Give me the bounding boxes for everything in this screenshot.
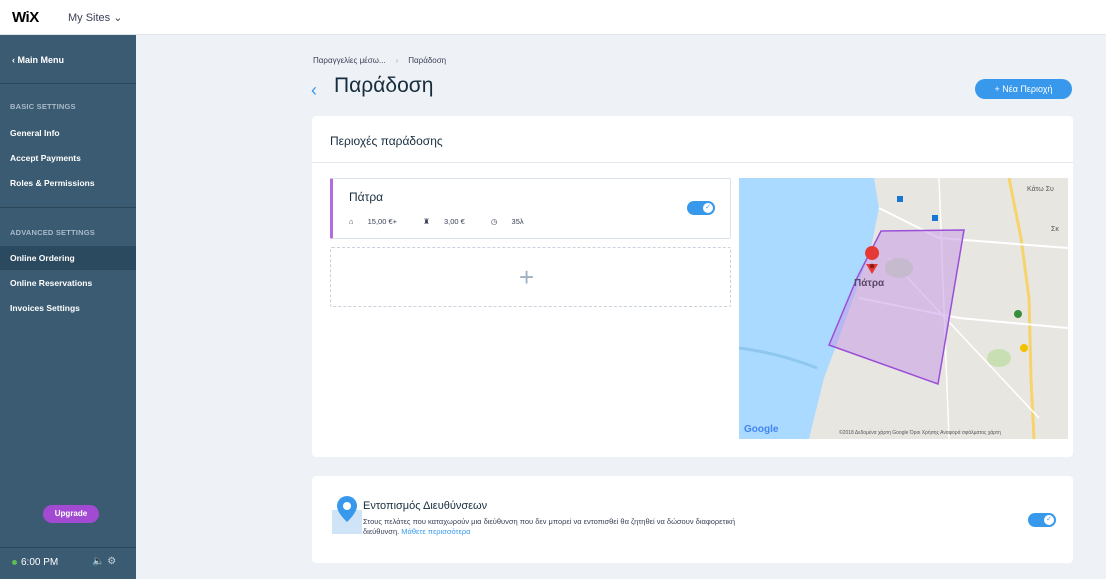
- map-attribution[interactable]: ©2018 Δεδομένα χάρτη Google Όροι Χρήσης …: [839, 430, 1001, 436]
- clock-icon: ◷: [490, 217, 500, 226]
- delivery-fee: ♜ 3,00 €: [423, 217, 477, 226]
- map-city-label: Πάτρα: [854, 278, 885, 289]
- park: [987, 349, 1011, 367]
- min-order: ⌂ 15,00 €+: [349, 217, 409, 226]
- check-icon: ✓: [703, 203, 713, 213]
- time-label: 6:00 PM: [21, 557, 59, 568]
- scooter-icon: ♜: [423, 217, 432, 226]
- address-location-toggle[interactable]: ✓: [1028, 513, 1056, 527]
- highway-marker-icon: [1014, 310, 1022, 318]
- sidebar-item-invoices-settings[interactable]: Invoices Settings: [0, 296, 136, 320]
- highway-marker-icon: [1020, 344, 1028, 352]
- learn-more-link[interactable]: Μάθετε περισσότερα: [401, 527, 470, 536]
- sidebar-item-accept-payments[interactable]: Accept Payments: [0, 146, 136, 170]
- breadcrumb-separator: ›: [395, 56, 399, 65]
- breadcrumb-current: Παράδοση: [408, 56, 447, 65]
- area-enabled-toggle[interactable]: ✓: [687, 201, 715, 215]
- map-pin-icon: [332, 496, 362, 534]
- main-menu-back-link[interactable]: ‹ Main Menu: [12, 55, 64, 65]
- back-chevron-icon[interactable]: ‹: [311, 80, 317, 101]
- delivery-fee-value: 3,00 €: [443, 217, 465, 226]
- min-order-value: 15,00 €+: [367, 217, 398, 226]
- delivery-time: ◷ 35λ: [491, 217, 536, 226]
- sidebar: ‹ Main Menu BASIC SETTINGS General Info …: [0, 35, 136, 579]
- pin-dot: [869, 263, 875, 269]
- delivery-map[interactable]: Πάτρα Κάτω Συ Σκ Google ©2018 Δεδομένα χ…: [739, 178, 1068, 439]
- online-status-dot: [12, 559, 17, 565]
- map-place-label: Σκ: [1051, 226, 1059, 233]
- breadcrumb: Παραγγελίες μέσω... › Παράδοση: [313, 56, 446, 65]
- plus-icon: +: [519, 262, 535, 292]
- sidebar-divider: [0, 83, 136, 84]
- sound-settings-icons[interactable]: 🔈 ⚙: [92, 556, 116, 567]
- delivery-area-card[interactable]: Πάτρα ⌂ 15,00 €+ ♜ 3,00 € ◷ 35λ ✓: [330, 178, 731, 239]
- delivery-time-value: 35λ: [511, 217, 524, 226]
- status-time: 6:00 PM: [12, 557, 58, 568]
- map-canvas: [739, 178, 1068, 439]
- sidebar-item-online-reservations[interactable]: Online Reservations: [0, 271, 136, 295]
- add-area-placeholder[interactable]: +: [330, 247, 731, 307]
- google-logo[interactable]: Google: [744, 424, 778, 435]
- basic-settings-heading: BASIC SETTINGS: [10, 102, 76, 111]
- top-bar: WiX My Sites ⌄: [0, 0, 1106, 35]
- address-location-title: Εντοπισμός Διευθύνσεων: [363, 500, 488, 512]
- new-area-button[interactable]: + Νέα Περιοχή: [975, 79, 1072, 99]
- panel-title: Περιοχές παράδοσης: [330, 134, 443, 148]
- upgrade-button[interactable]: Upgrade: [43, 505, 99, 523]
- transit-marker-icon: [932, 215, 938, 221]
- sidebar-item-roles-permissions[interactable]: Roles & Permissions: [0, 171, 136, 195]
- page-title: Παράδοση: [334, 74, 434, 97]
- sidebar-divider: [0, 547, 136, 548]
- area-name: Πάτρα: [349, 190, 384, 204]
- panel-divider: [312, 162, 1073, 163]
- advanced-settings-heading: ADVANCED SETTINGS: [10, 228, 95, 237]
- sidebar-item-general-info[interactable]: General Info: [0, 121, 136, 145]
- breadcrumb-parent[interactable]: Παραγγελίες μέσω...: [313, 56, 386, 65]
- my-sites-dropdown[interactable]: My Sites ⌄: [68, 11, 122, 24]
- sidebar-divider: [0, 207, 136, 208]
- transit-marker-icon: [897, 196, 903, 202]
- wix-logo[interactable]: WiX: [12, 9, 39, 26]
- area-details: ⌂ 15,00 €+ ♜ 3,00 € ◷ 35λ: [349, 217, 548, 226]
- check-icon: ✓: [1044, 515, 1054, 525]
- address-location-description: Στους πελάτες που καταχωρούν μια διεύθυν…: [363, 517, 763, 537]
- map-place-label: Κάτω Συ: [1027, 186, 1054, 193]
- bag-icon: ⌂: [349, 217, 356, 226]
- sidebar-item-online-ordering[interactable]: Online Ordering: [0, 246, 136, 270]
